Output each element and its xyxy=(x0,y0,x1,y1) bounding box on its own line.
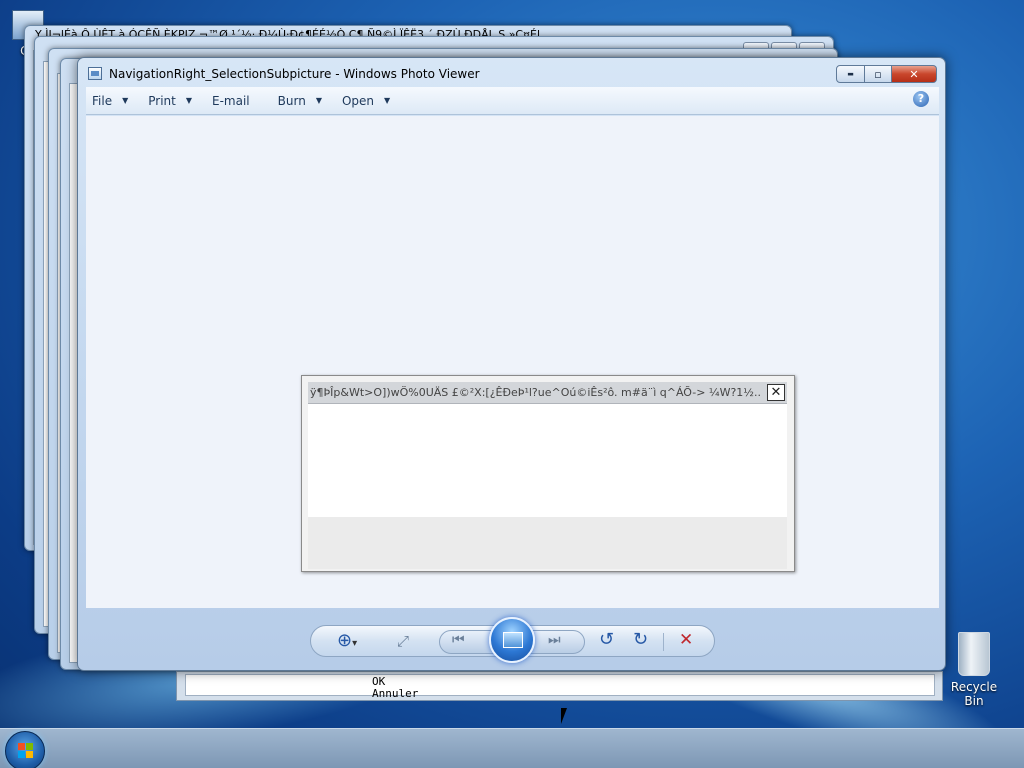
menu-burn-label: Burn xyxy=(277,93,306,108)
rotate-counterclockwise-button[interactable]: ↺ xyxy=(599,629,614,650)
menu-print[interactable]: Print ▼ xyxy=(148,94,192,108)
dialog-title: ÿ¶ÞÎp&Wt>O])wÖ%0UÄS £©²X:[¿ÊÐeÞ¹l?ue^Oú©… xyxy=(310,386,762,399)
menu-burn[interactable]: Burn ▼ xyxy=(278,94,322,108)
close-icon: ✕ xyxy=(770,385,782,400)
minimize-icon: ▬ xyxy=(847,70,854,78)
zoom-button[interactable]: ⊕▾ xyxy=(337,630,357,651)
maximize-icon: ▫ xyxy=(874,67,882,81)
chevron-down-icon: ▼ xyxy=(122,96,129,105)
rotate-ccw-icon: ↺ xyxy=(599,629,615,650)
window-caption-buttons: ▬ ▫ ✕ xyxy=(836,65,937,83)
previous-icon: ⏮ xyxy=(452,632,465,648)
desktop-icon-recycle-bin[interactable]: Recycle Bin xyxy=(946,632,1002,708)
taskbar xyxy=(0,728,1024,768)
chevron-down-icon: ▾ xyxy=(352,638,358,649)
menu-open-label: Open xyxy=(341,93,375,108)
next-icon: ⏭ xyxy=(548,632,561,648)
recycle-bin-icon xyxy=(958,632,990,676)
start-button[interactable] xyxy=(5,731,45,768)
dialog-body xyxy=(308,404,787,517)
menu-email[interactable]: E-mail xyxy=(212,94,250,108)
fit-icon: ⤢ xyxy=(397,632,410,650)
toolbar-separator xyxy=(663,633,664,651)
menu-print-label: Print xyxy=(148,93,176,108)
dialog-footer xyxy=(308,517,787,569)
error-dialog: ÿ¶ÞÎp&Wt>O])wÖ%0UÄS £©²X:[¿ÊÐeÞ¹l?ue^Oú©… xyxy=(301,375,795,572)
next-button[interactable]: ⏭ xyxy=(548,632,561,648)
zoom-icon: ⊕ xyxy=(337,630,353,651)
photo-viewer-window[interactable]: NavigationRight_SelectionSubpicture - Wi… xyxy=(77,57,946,671)
dialog-close-button[interactable]: ✕ xyxy=(767,384,785,401)
close-button[interactable]: ✕ xyxy=(892,65,937,83)
slideshow-button[interactable] xyxy=(489,617,535,663)
previous-button[interactable]: ⏮ xyxy=(452,632,465,648)
dialog-title-bar: ÿ¶ÞÎp&Wt>O])wÖ%0UÄS £©²X:[¿ÊÐeÞ¹l?ue^Oú©… xyxy=(308,382,787,404)
menu-email-label: E-mail xyxy=(212,93,250,108)
menu-bar: File ▼ Print ▼ E-mail Burn ▼ Open ▼ ? xyxy=(86,87,939,115)
maximize-button[interactable]: ▫ xyxy=(865,65,892,83)
chevron-down-icon: ▼ xyxy=(315,96,322,105)
photo-viewer-app-icon xyxy=(88,67,102,80)
background-dialog-list: OK Annuler xyxy=(185,674,935,699)
delete-button[interactable]: ✕ xyxy=(679,630,693,650)
minimize-button[interactable]: ▬ xyxy=(836,65,865,83)
actual-size-button[interactable]: ⤢ xyxy=(397,632,409,650)
help-icon[interactable]: ? xyxy=(913,91,929,107)
chevron-down-icon: ▼ xyxy=(185,96,193,105)
delete-icon: ✕ xyxy=(679,630,694,650)
ok-list-item[interactable]: OK xyxy=(372,676,385,687)
chevron-down-icon: ▼ xyxy=(384,96,391,105)
menu-file[interactable]: File ▼ xyxy=(92,94,128,108)
background-dialog-panel: OK Annuler xyxy=(176,671,943,701)
rotate-cw-icon: ↻ xyxy=(633,629,649,650)
window-title: NavigationRight_SelectionSubpicture - Wi… xyxy=(109,67,480,81)
rotate-clockwise-button[interactable]: ↻ xyxy=(633,629,648,650)
recycle-bin-label: Recycle Bin xyxy=(950,680,998,708)
menu-open[interactable]: Open ▼ xyxy=(342,94,390,108)
cancel-list-item[interactable]: Annuler xyxy=(372,688,418,699)
menu-file-label: File xyxy=(92,93,113,108)
viewer-toolbar: ⊕▾ ⤢ ⏮ ⏭ ↺ ↻ ✕ xyxy=(310,617,715,663)
mouse-cursor-icon xyxy=(561,708,573,724)
windows-logo-icon xyxy=(18,743,34,759)
image-viewing-area: ÿ¶ÞÎp&Wt>O])wÖ%0UÄS £©²X:[¿ÊÐeÞ¹l?ue^Oú©… xyxy=(86,116,939,608)
close-icon: ✕ xyxy=(909,67,919,81)
